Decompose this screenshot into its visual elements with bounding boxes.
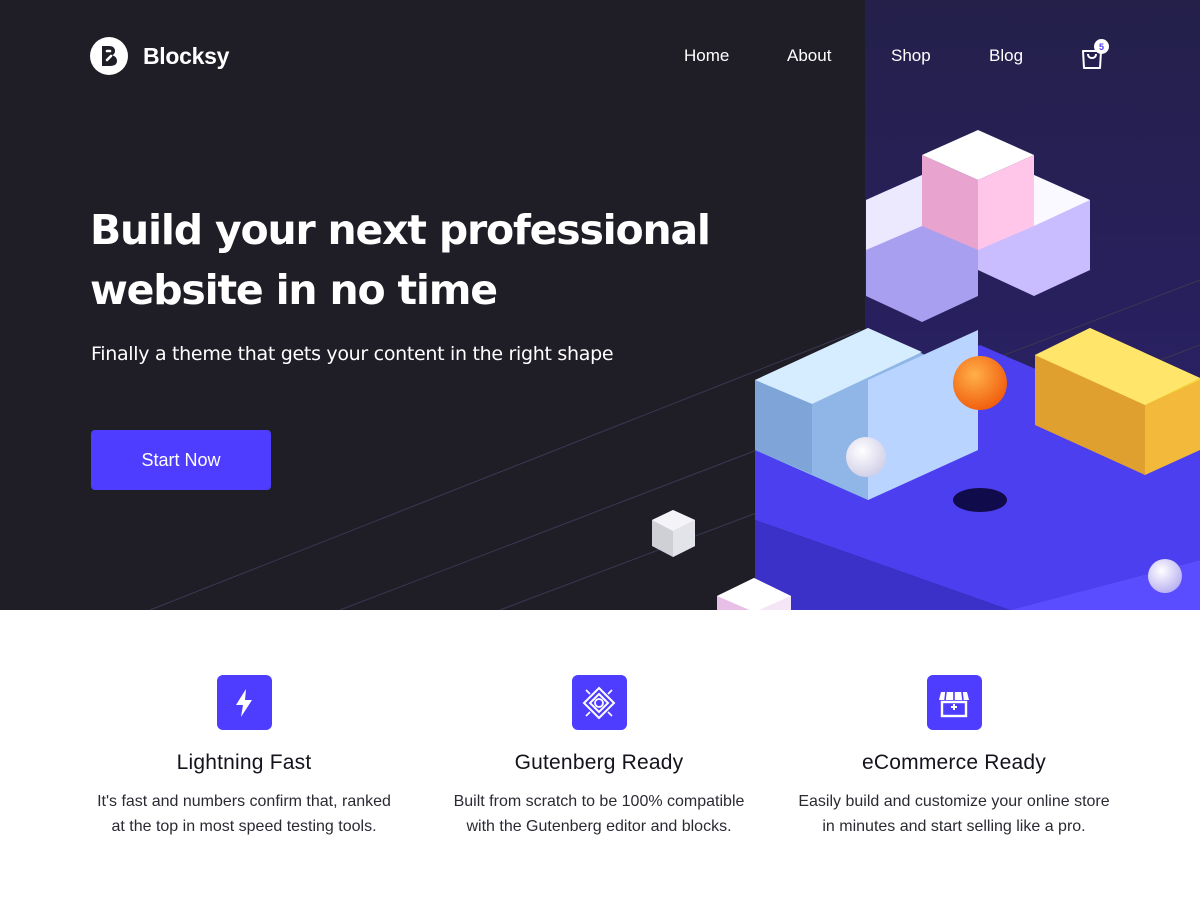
feature-description: Built from scratch to be 100% compatible… (429, 789, 769, 839)
feature-title: eCommerce Ready (862, 751, 1046, 774)
start-now-button[interactable]: Start Now (91, 430, 271, 490)
hero-subheadline: Finally a theme that gets your content i… (91, 343, 614, 365)
feature-description-line: Easily build and customize your online s… (798, 793, 1110, 810)
hero-headline-line-2: website in no time (90, 266, 498, 314)
nav-item-about[interactable]: About (787, 46, 831, 66)
cart-button[interactable]: 5 (1080, 39, 1109, 70)
nav-item-home[interactable]: Home (684, 46, 729, 66)
gutenberg-icon (571, 675, 627, 730)
brand-logo[interactable]: Blocksy (90, 37, 229, 75)
nav-item-blog[interactable]: Blog (989, 46, 1023, 66)
feature-description-line: It's fast and numbers confirm that, rank… (97, 793, 391, 810)
storefront-icon (926, 675, 982, 730)
nav-item-shop[interactable]: Shop (891, 46, 931, 66)
feature-description-line: at the top in most speed testing tools. (111, 818, 377, 835)
feature-description: It's fast and numbers confirm that, rank… (74, 789, 414, 839)
blocksy-logo-icon (90, 37, 128, 75)
hero-headline: Build your next professional website in … (90, 200, 730, 320)
lightning-icon (216, 675, 272, 730)
feature-description: Easily build and customize your online s… (784, 789, 1124, 839)
feature-title: Gutenberg Ready (514, 751, 684, 774)
hero-headline-line-1: Build your next professional (90, 206, 711, 254)
cart-count-badge: 5 (1094, 39, 1109, 54)
feature-description-line: with the Gutenberg editor and blocks. (466, 818, 732, 835)
feature-card-ecommerce-ready: eCommerce Ready Easily build and customi… (784, 675, 1124, 839)
feature-card-lightning-fast: Lightning Fast It's fast and numbers con… (74, 675, 414, 839)
feature-description-line: Built from scratch to be 100% compatible (453, 793, 745, 810)
hero-section: Blocksy Home About Shop Blog 5 Build you… (0, 0, 1200, 610)
feature-card-gutenberg-ready: Gutenberg Ready Built from scratch to be… (429, 675, 769, 839)
feature-description-line: in minutes and start selling like a pro. (822, 818, 1086, 835)
feature-title: Lightning Fast (176, 751, 312, 774)
brand-name: Blocksy (143, 42, 230, 69)
